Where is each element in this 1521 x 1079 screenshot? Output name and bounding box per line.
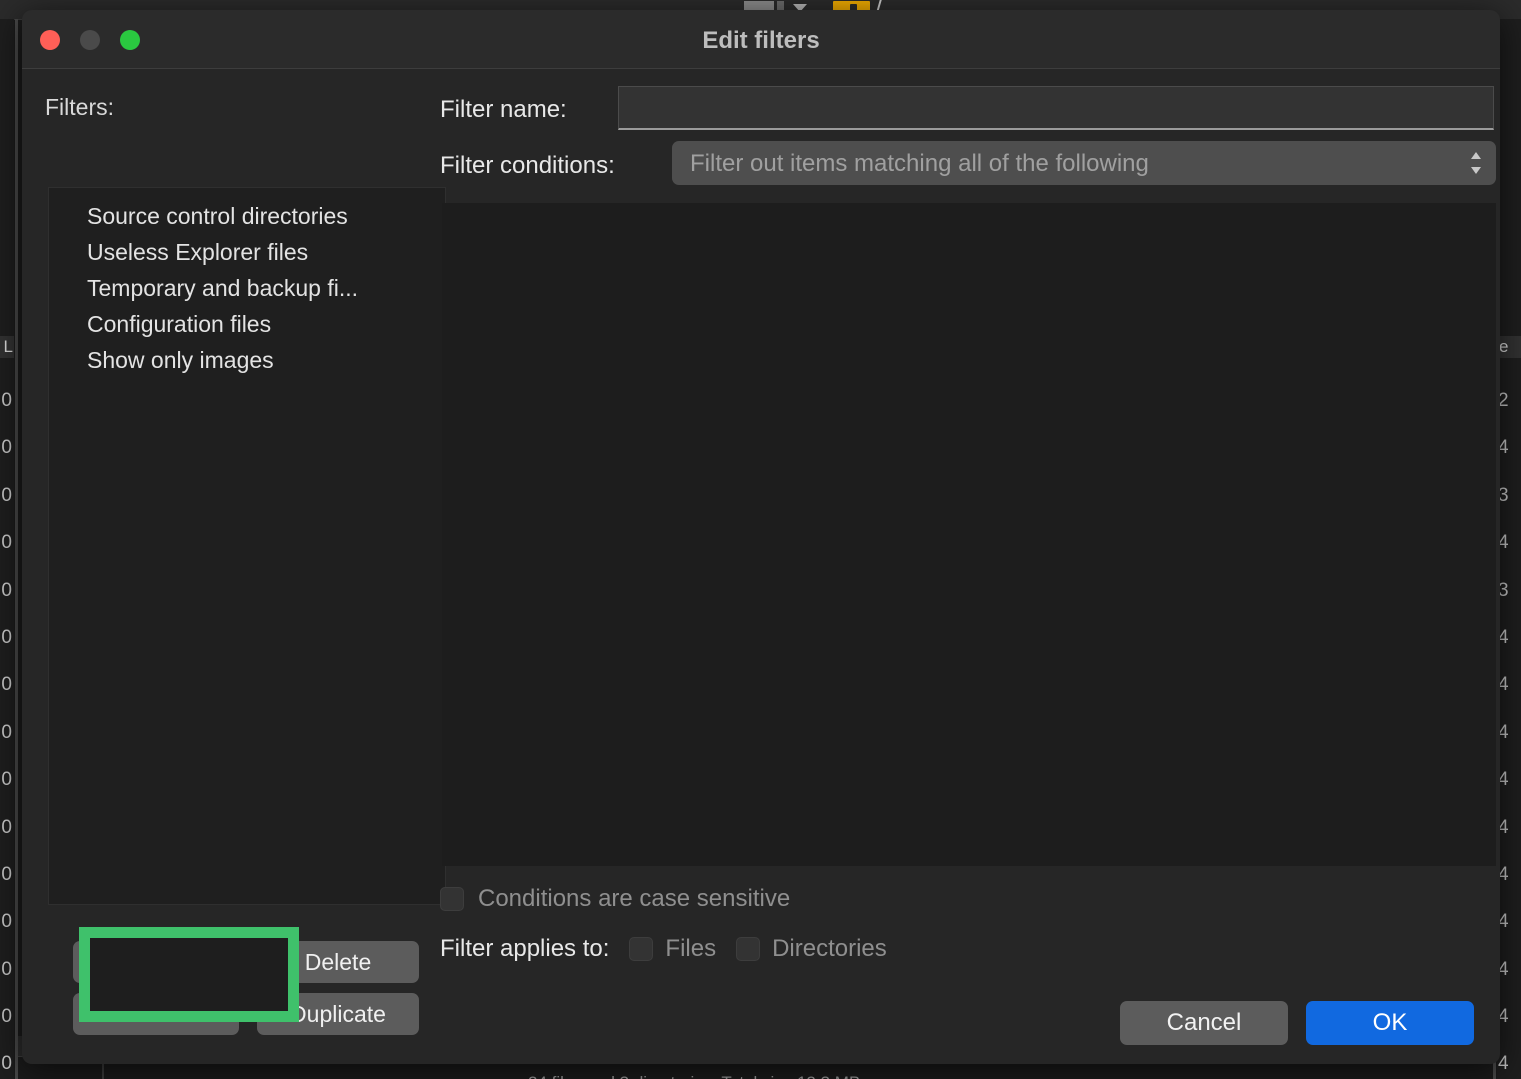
filter-conditions-selected-value: Filter out items matching all of the fol… (690, 150, 1149, 177)
applies-directories-label: Directories (772, 935, 887, 962)
dialog-action-buttons: Cancel OK (1120, 1001, 1474, 1045)
cancel-button[interactable]: Cancel (1120, 1001, 1288, 1045)
edit-filters-dialog: Edit filters Filters: Source control dir… (22, 10, 1500, 1064)
filter-list-item[interactable]: Configuration files (49, 306, 445, 342)
filter-name-input[interactable] (618, 86, 1494, 130)
background-row-cell: 0 (1, 626, 12, 648)
case-sensitive-checkbox[interactable] (440, 887, 464, 911)
background-row-cell: 0 (1, 484, 12, 506)
filter-name-label: Filter name: (440, 96, 567, 123)
background-row-cell: 4 (1498, 626, 1509, 648)
background-row-cell: 0 (1, 816, 12, 838)
background-left-rows: 0 0 0 0 0 0 0 0 0 0 0 0 0 0 0 (0, 377, 14, 1079)
ok-button[interactable]: OK (1306, 1001, 1474, 1045)
filter-conditions-select[interactable]: Filter out items matching all of the fol… (672, 141, 1496, 185)
dialog-body: Filters: Source control directories Usele… (22, 69, 1500, 1064)
background-status-text: 24 files and 3 directories. Total size 1… (528, 1073, 865, 1079)
filter-applies-to-row: Filter applies to: Files Directories (440, 935, 887, 963)
background-row-cell: 0 (1, 721, 12, 743)
background-row-cell: 0 (1, 579, 12, 601)
background-row-cell: 4 (1498, 1006, 1509, 1028)
case-sensitive-row: Conditions are case sensitive (440, 885, 790, 913)
filter-applies-to-label: Filter applies to: (440, 935, 610, 962)
filters-list[interactable]: Source control directories Useless Explor… (48, 187, 446, 905)
filters-label: Filters: (45, 94, 114, 120)
filter-list-item[interactable]: Show only images (49, 342, 445, 378)
filter-conditions-label: Filter conditions: (440, 152, 615, 179)
background-right-column: 2 4 3 4 3 4 4 4 4 4 4 4 4 4 4 (1497, 19, 1521, 1079)
background-row-cell: 4 (1498, 769, 1509, 791)
background-right-column-header: e (1497, 336, 1521, 358)
filter-list-buttons: New Rename Delete Duplicate (73, 927, 423, 1035)
background-row-cell: 4 (1498, 674, 1509, 696)
background-row-cell: 4 (1498, 816, 1509, 838)
background-row-cell: 2 (1498, 390, 1509, 411)
filter-list-item[interactable]: Useless Explorer files (49, 234, 445, 270)
background-row-cell: 4 (1498, 437, 1509, 459)
applies-directories-checkbox[interactable] (736, 937, 761, 961)
background-row-cell: 4 (1498, 911, 1509, 933)
background-row-cell: 0 (1, 532, 12, 554)
case-sensitive-label: Conditions are case sensitive (478, 885, 791, 912)
background-row-cell: 4 (1498, 863, 1509, 885)
applies-files-label: Files (665, 935, 717, 962)
background-row-cell: 0 (1, 1053, 12, 1075)
background-row-cell: 0 (1, 863, 12, 885)
background-right-rows: 2 4 3 4 3 4 4 4 4 4 4 4 4 4 4 (1497, 377, 1521, 1079)
background-row-cell: 4 (1498, 958, 1509, 980)
background-row-cell: 0 (1, 390, 12, 411)
background-row-cell: 3 (1498, 484, 1509, 506)
filter-list-item[interactable]: Temporary and backup fi... (49, 270, 445, 306)
background-row-cell: 0 (1, 769, 12, 791)
background-row-cell: 4 (1498, 1053, 1509, 1075)
background-row-cell: 4 (1498, 532, 1509, 554)
background-row-cell: 3 (1498, 579, 1509, 601)
background-row-cell: 0 (1, 911, 12, 933)
background-column-divider-left (15, 19, 18, 1079)
dialog-titlebar[interactable]: Edit filters (22, 10, 1500, 69)
filter-list-item[interactable]: Source control directories (49, 198, 445, 234)
background-row-cell: 0 (1, 958, 12, 980)
filter-name-row: Filter name: (440, 86, 1500, 132)
background-row-cell: 0 (1, 1006, 12, 1028)
highlight-backing (90, 938, 288, 1011)
filter-conditions-row: Filter conditions: Filter out items matc… (440, 141, 1500, 189)
applies-files-checkbox[interactable] (629, 937, 654, 961)
background-row-cell: 0 (1, 437, 12, 459)
chevron-up-down-icon (1471, 152, 1481, 174)
background-left-column: 0 0 0 0 0 0 0 0 0 0 0 0 0 0 0 (0, 19, 14, 1079)
filter-conditions-panel[interactable] (442, 203, 1496, 866)
background-left-column-header: L (0, 336, 14, 358)
background-row-cell: 0 (1, 674, 12, 696)
background-row-cell: 4 (1498, 721, 1509, 743)
dialog-title: Edit filters (702, 27, 820, 54)
